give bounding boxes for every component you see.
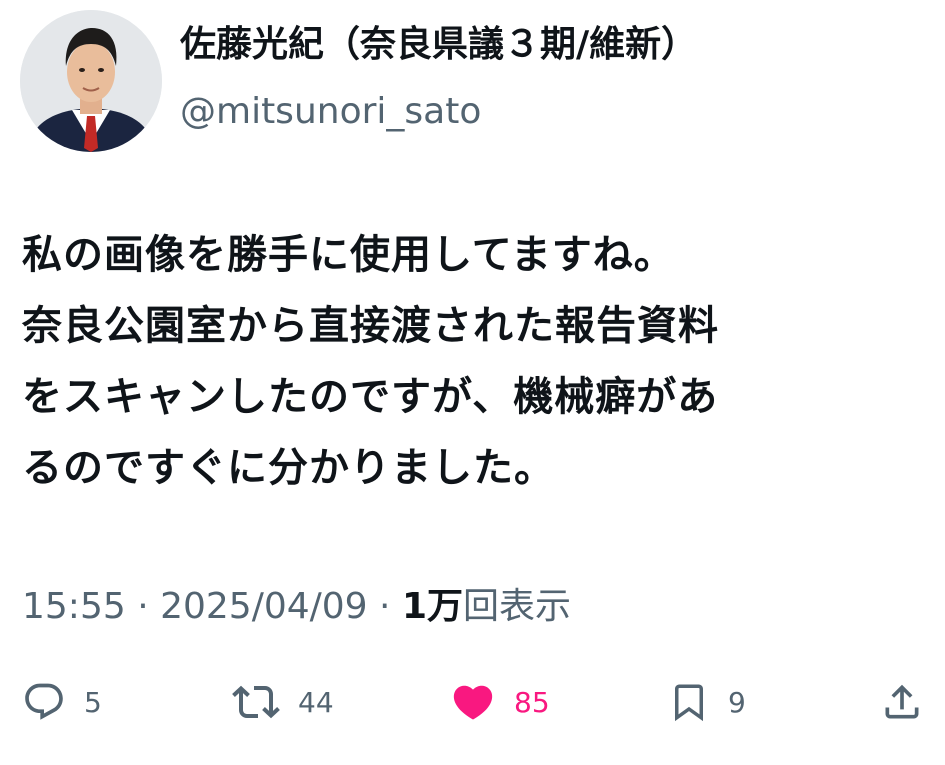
reply-icon <box>22 680 66 724</box>
tweet-actions: 5 44 85 9 <box>0 672 945 732</box>
bookmark-count: 9 <box>728 685 746 719</box>
meta-separator: · <box>125 586 161 627</box>
heart-icon <box>450 679 496 725</box>
tweet-text: 私の画像を勝手に使用してますね。 奈良公園室から直接渡された報告資料 をスキャン… <box>22 220 922 504</box>
tweet-time[interactable]: 15:55 <box>22 586 126 627</box>
views-label: 回表示 <box>463 586 572 627</box>
share-icon <box>880 680 924 724</box>
avatar[interactable] <box>20 10 162 152</box>
tweet-meta: 15:55 · 2025/04/09 · 1万回表示 <box>22 582 571 632</box>
reply-button[interactable]: 5 <box>22 672 102 732</box>
repost-icon <box>232 678 280 726</box>
meta-separator: · <box>367 586 402 627</box>
like-count: 85 <box>514 685 550 719</box>
repost-count: 44 <box>298 685 334 719</box>
repost-button[interactable]: 44 <box>232 672 334 732</box>
reply-count: 5 <box>84 685 102 719</box>
share-button[interactable] <box>880 672 924 732</box>
avatar-photo <box>20 10 162 152</box>
views-count: 1万 <box>401 586 463 627</box>
tweet-date[interactable]: 2025/04/09 <box>160 586 368 627</box>
tweet-text-line: をスキャンしたのですが、機械癖があ <box>22 374 719 420</box>
tweet-text-line: るのですぐに分かりました。 <box>22 445 555 491</box>
like-button[interactable]: 85 <box>450 672 550 732</box>
bookmark-icon <box>668 679 710 725</box>
tweet-text-line: 奈良公園室から直接渡された報告資料 <box>22 303 719 349</box>
tweet-text-line: 私の画像を勝手に使用してますね。 <box>22 232 675 278</box>
author-handle[interactable]: @mitsunori_sato <box>180 88 481 136</box>
author-display-name[interactable]: 佐藤光紀（奈良県議３期/維新） <box>180 20 697 70</box>
bookmark-button[interactable]: 9 <box>668 672 746 732</box>
